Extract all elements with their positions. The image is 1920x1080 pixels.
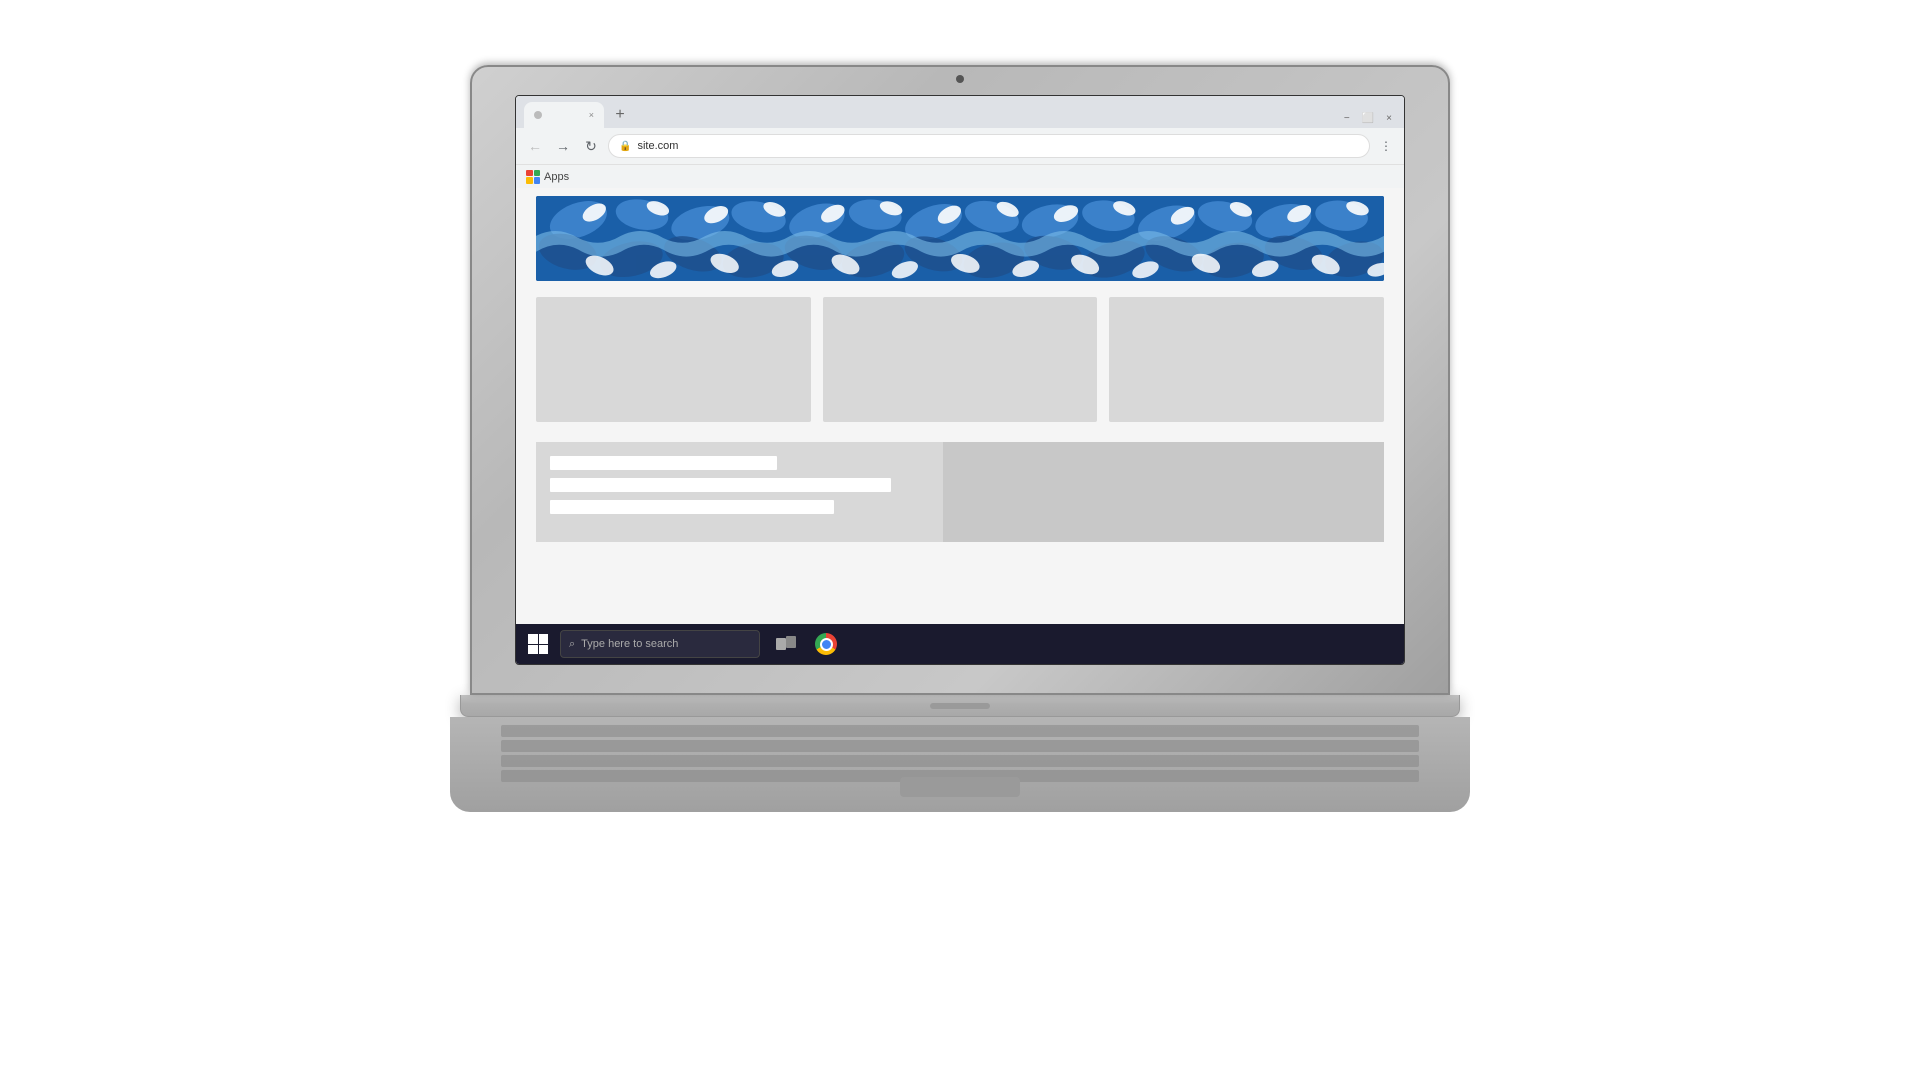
card-1 <box>536 297 811 422</box>
forward-button[interactable]: → <box>552 135 574 157</box>
address-bar[interactable]: 🔒 site.com <box>608 134 1370 158</box>
bookmarks-bar: Apps <box>516 164 1404 188</box>
card-section <box>516 289 1404 430</box>
url-text: site.com <box>637 140 678 152</box>
task-view-icon <box>776 636 796 652</box>
taskbar-apps <box>768 626 844 662</box>
chrome-app-button[interactable] <box>808 626 844 662</box>
card-2 <box>823 297 1098 422</box>
keyboard-row-1 <box>501 725 1419 737</box>
form-field-1[interactable] <box>550 456 777 470</box>
back-button[interactable]: ← <box>524 135 546 157</box>
tab-bar: × + − ⬜ × <box>516 96 1404 128</box>
refresh-button[interactable]: ↻ <box>580 135 602 157</box>
form-field-3[interactable] <box>550 500 834 514</box>
taskbar: ⌕ Type here to search <box>516 624 1404 664</box>
window-close-button[interactable]: × <box>1386 113 1392 124</box>
trackpad[interactable] <box>900 777 1020 797</box>
lock-icon: 🔒 <box>619 141 631 152</box>
header-pattern <box>536 196 1384 281</box>
keyboard-section <box>450 717 1470 812</box>
more-options-icon[interactable]: ⋮ <box>1376 136 1396 156</box>
keyboard-row-2 <box>501 740 1419 752</box>
browser-tab[interactable]: × <box>524 102 604 128</box>
browser-ui: × + − ⬜ × ← → ↻ <box>516 96 1404 188</box>
page-body <box>516 188 1404 664</box>
search-icon: ⌕ <box>569 638 575 651</box>
windows-logo <box>528 634 548 654</box>
tab-favicon <box>534 111 542 119</box>
form-field-2[interactable] <box>550 478 891 492</box>
camera <box>956 75 964 83</box>
restore-button[interactable]: ⬜ <box>1362 113 1374 124</box>
apps-grid-icon <box>526 170 540 184</box>
start-button[interactable] <box>520 626 556 662</box>
apps-bookmark[interactable]: Apps <box>526 170 569 184</box>
chrome-icon <box>815 633 837 655</box>
laptop-base <box>460 695 1460 717</box>
taskbar-search[interactable]: ⌕ Type here to search <box>560 630 760 658</box>
task-view-button[interactable] <box>768 626 804 662</box>
card-3 <box>1109 297 1384 422</box>
toolbar-icons: ⋮ <box>1376 136 1396 156</box>
right-content-area <box>943 442 1384 542</box>
minimize-button[interactable]: − <box>1344 113 1350 124</box>
laptop-lid: × + − ⬜ × ← → ↻ <box>470 65 1450 695</box>
screen: × + − ⬜ × ← → ↻ <box>515 95 1405 665</box>
address-bar-row: ← → ↻ 🔒 site.com ⋮ <box>516 128 1404 164</box>
site-header-banner <box>536 196 1384 281</box>
keyboard-row-3 <box>501 755 1419 767</box>
form-area <box>536 442 943 542</box>
apps-label: Apps <box>544 171 569 183</box>
laptop: × + − ⬜ × ← → ↻ <box>430 65 1490 1015</box>
search-placeholder-text: Type here to search <box>581 638 678 650</box>
tab-close-button[interactable]: × <box>589 110 594 120</box>
window-controls: − ⬜ × <box>1344 113 1396 128</box>
trackpad-notch <box>930 703 990 709</box>
keyboard-rows <box>501 725 1419 782</box>
new-tab-button[interactable]: + <box>606 102 634 128</box>
bottom-section <box>516 434 1404 550</box>
